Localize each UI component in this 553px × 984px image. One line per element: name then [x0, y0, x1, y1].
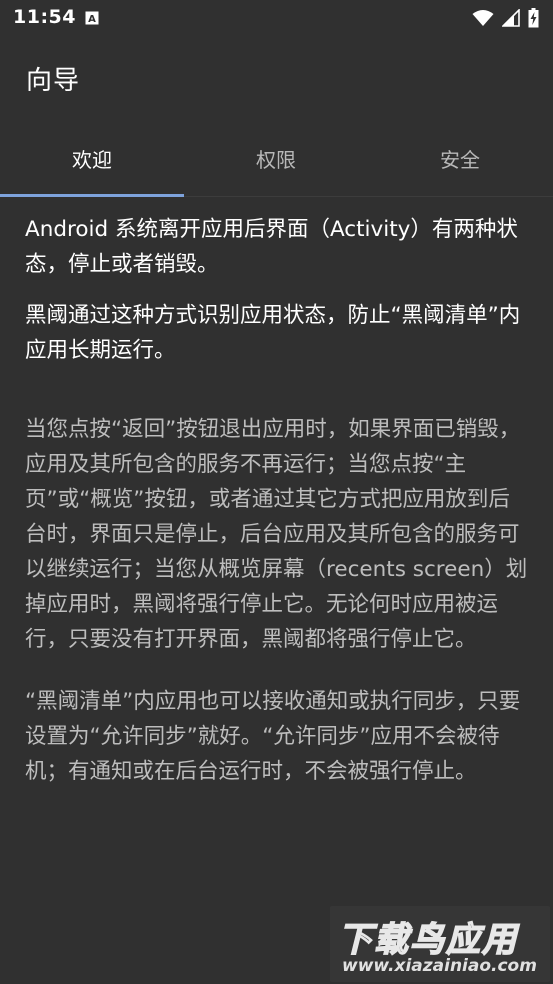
page-title: 向导 — [26, 66, 81, 96]
wifi-icon — [472, 10, 494, 26]
status-time: 11:54 — [13, 6, 76, 28]
tab-bar: 欢迎 权限 安全 — [0, 120, 553, 197]
tab-permissions[interactable]: 权限 — [184, 120, 368, 197]
app-bar: 向导 — [0, 38, 553, 120]
guide-content: Android 系统离开应用后界面（Activity）有两种状态，停止或者销毁。… — [25, 212, 530, 789]
battery-charging-icon — [528, 8, 539, 28]
svg-text:A: A — [88, 14, 96, 25]
notification-a-icon: A — [85, 11, 99, 25]
signal-icon — [502, 9, 520, 27]
tab-security[interactable]: 安全 — [368, 120, 552, 197]
paragraph-states: Android 系统离开应用后界面（Activity）有两种状态，停止或者销毁。 — [25, 217, 518, 277]
paragraph-detection: 黑阈通过这种方式识别应用状态，防止“黑阈清单”内应用长期运行。 — [25, 303, 521, 363]
watermark-title: 下载鸟应用 — [337, 919, 518, 961]
paragraph-behavior: 当您点按“返回”按钮退出应用时，如果界面已销毁，应用及其所包含的服务不再运行；当… — [25, 417, 528, 652]
tab-welcome[interactable]: 欢迎 — [0, 120, 184, 197]
tab-indicator — [0, 194, 184, 197]
paragraph-sync: “黑阈清单”内应用也可以接收通知或执行同步，只要设置为“允许同步”就好。“允许同… — [25, 689, 521, 784]
system-icons — [472, 8, 539, 28]
watermark-url: www.xiazainiao.com — [342, 956, 537, 976]
status-bar: 11:54 A — [0, 0, 553, 38]
watermark: 下载鸟应用 www.xiazainiao.com — [330, 906, 550, 982]
